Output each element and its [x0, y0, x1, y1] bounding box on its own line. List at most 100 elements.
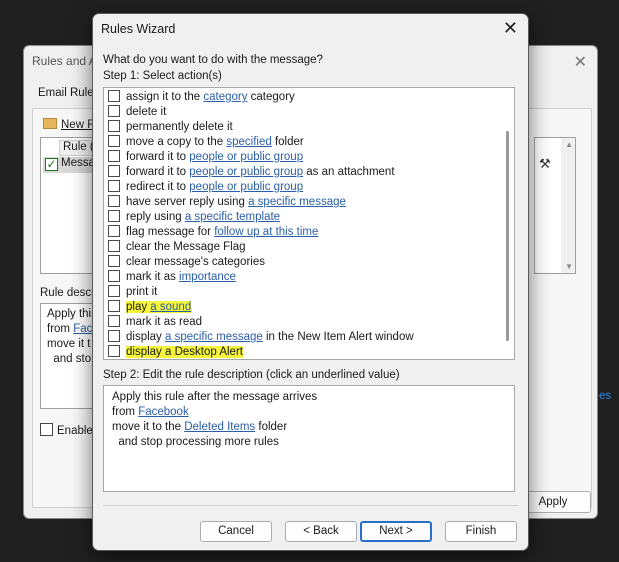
action-link[interactable]: a specific message	[248, 196, 346, 208]
action-item[interactable]: assign it to the category category	[108, 90, 295, 105]
action-text: forward it to	[126, 166, 190, 178]
action-label: have server reply using a specific messa…	[126, 196, 346, 208]
action-text: in the New Item Alert window	[262, 331, 414, 343]
action-item[interactable]: forward it to people or public group as …	[108, 165, 395, 180]
desc-line-1: Apply this rule after the message arrive…	[112, 391, 318, 403]
action-item[interactable]: permanently delete it	[108, 120, 233, 135]
action-item[interactable]: forward it to people or public group	[108, 150, 303, 165]
action-label: display a specific message in the New It…	[126, 331, 414, 343]
rule-actions-column: ⚒ ▲ ▼	[534, 137, 576, 274]
action-item[interactable]: mark it as read	[108, 315, 202, 330]
folder-link[interactable]: Deleted Items	[184, 421, 255, 433]
action-checkbox[interactable]	[108, 315, 120, 327]
actions-list[interactable]: assign it to the category category delete…	[103, 87, 515, 360]
close-icon[interactable]: ✕	[503, 18, 518, 39]
action-item[interactable]: mark it as importance	[108, 270, 236, 285]
action-link[interactable]: importance	[179, 271, 236, 283]
action-item[interactable]: have server reply using a specific messa…	[108, 195, 346, 210]
action-text: mark it as	[126, 271, 180, 283]
action-label: forward it to people or public group	[126, 151, 303, 163]
action-link[interactable]: follow up at this time	[214, 226, 318, 238]
action-link[interactable]: people or public group	[189, 166, 303, 178]
action-item[interactable]: reply using a specific template	[108, 210, 280, 225]
action-label: clear the Message Flag	[126, 241, 246, 253]
action-item[interactable]: display a specific message in the New It…	[108, 330, 414, 345]
action-item[interactable]: clear the Message Flag	[108, 240, 246, 255]
desc-line-2: from Facebook	[112, 405, 506, 420]
action-checkbox[interactable]	[108, 345, 120, 357]
action-text: play	[126, 301, 151, 313]
action-checkbox[interactable]	[108, 150, 120, 162]
action-text: forward it to	[126, 151, 190, 163]
rules-wizard-dialog: Rules Wizard ✕ What do you want to do wi…	[92, 13, 529, 551]
action-item[interactable]: redirect it to people or public group	[108, 180, 303, 195]
scroll-up-icon[interactable]: ▲	[565, 140, 573, 149]
desc-link[interactable]: Fac	[73, 323, 92, 335]
next-button[interactable]: Next >	[360, 521, 432, 542]
action-label: delete it	[126, 106, 166, 118]
action-checkbox[interactable]	[108, 225, 120, 237]
desc-text: from	[112, 406, 139, 418]
action-label: clear message's categories	[126, 256, 265, 268]
action-item[interactable]: clear message's categories	[108, 255, 265, 270]
action-checkbox[interactable]	[108, 120, 120, 132]
finish-button[interactable]: Finish	[445, 521, 517, 542]
action-link[interactable]: category	[203, 91, 247, 103]
new-rule-icon	[43, 118, 57, 129]
action-link[interactable]: people or public group	[189, 181, 303, 193]
rule-enabled-checkbox[interactable]: ✓	[45, 158, 58, 171]
action-link[interactable]: a specific message	[165, 331, 263, 343]
scrollbar[interactable]: ▲ ▼	[561, 138, 575, 273]
action-text: assign it to the	[126, 91, 204, 103]
scrollbar-thumb[interactable]	[506, 131, 509, 341]
action-checkbox[interactable]	[108, 240, 120, 252]
action-checkbox[interactable]	[108, 90, 120, 102]
step2-label: Step 2: Edit the rule description (click…	[103, 369, 400, 381]
dialog-title: Rules Wizard	[101, 22, 176, 36]
action-item[interactable]: display a Desktop Alert	[108, 345, 243, 359]
scroll-down-icon[interactable]: ▼	[565, 262, 573, 271]
checkbox-box[interactable]	[40, 423, 53, 436]
action-item[interactable]: delete it	[108, 105, 166, 120]
action-text: as an attachment	[303, 166, 395, 178]
action-text: folder	[271, 136, 304, 148]
action-item[interactable]: move a copy to the specified folder	[108, 135, 304, 150]
action-checkbox[interactable]	[108, 180, 120, 192]
action-link[interactable]: a specific template	[185, 211, 280, 223]
action-checkbox[interactable]	[108, 330, 120, 342]
action-checkbox[interactable]	[108, 300, 120, 312]
close-icon[interactable]: ✕	[574, 52, 587, 72]
action-label: flag message for follow up at this time	[126, 226, 318, 238]
options-link[interactable]: es	[599, 390, 611, 402]
new-rule-button[interactable]: New R	[43, 118, 96, 131]
action-label: display a Desktop Alert	[126, 346, 243, 358]
action-checkbox[interactable]	[108, 255, 120, 267]
action-checkbox[interactable]	[108, 270, 120, 282]
enable-checkbox[interactable]: Enable	[40, 423, 93, 437]
actions-scrollbar[interactable]	[501, 89, 513, 358]
action-checkbox[interactable]	[108, 105, 120, 117]
action-text: reply using	[126, 211, 185, 223]
action-text: mark it as read	[126, 316, 203, 328]
action-checkbox[interactable]	[108, 195, 120, 207]
action-item[interactable]: print it	[108, 285, 157, 300]
action-link[interactable]: people or public group	[189, 151, 303, 163]
action-checkbox[interactable]	[108, 165, 120, 177]
action-checkbox[interactable]	[108, 210, 120, 222]
cancel-button[interactable]: Cancel	[200, 521, 272, 542]
action-checkbox[interactable]	[108, 285, 120, 297]
action-item[interactable]: play a sound	[108, 300, 192, 315]
action-item[interactable]: flag message for follow up at this time	[108, 225, 318, 240]
action-label: mark it as importance	[126, 271, 236, 283]
action-label: permanently delete it	[126, 121, 233, 133]
action-link[interactable]: specified	[226, 136, 271, 148]
action-checkbox[interactable]	[108, 135, 120, 147]
tab-email-rules[interactable]: Email Rules	[38, 87, 99, 99]
action-text: clear message's categories	[126, 256, 265, 268]
action-link[interactable]: a sound	[150, 301, 191, 313]
sender-link[interactable]: Facebook	[138, 406, 189, 418]
step1-label: Step 1: Select action(s)	[103, 70, 222, 82]
back-button[interactable]: < Back	[285, 521, 357, 542]
tools-icon[interactable]: ⚒	[539, 156, 551, 172]
action-label: reply using a specific template	[126, 211, 280, 223]
